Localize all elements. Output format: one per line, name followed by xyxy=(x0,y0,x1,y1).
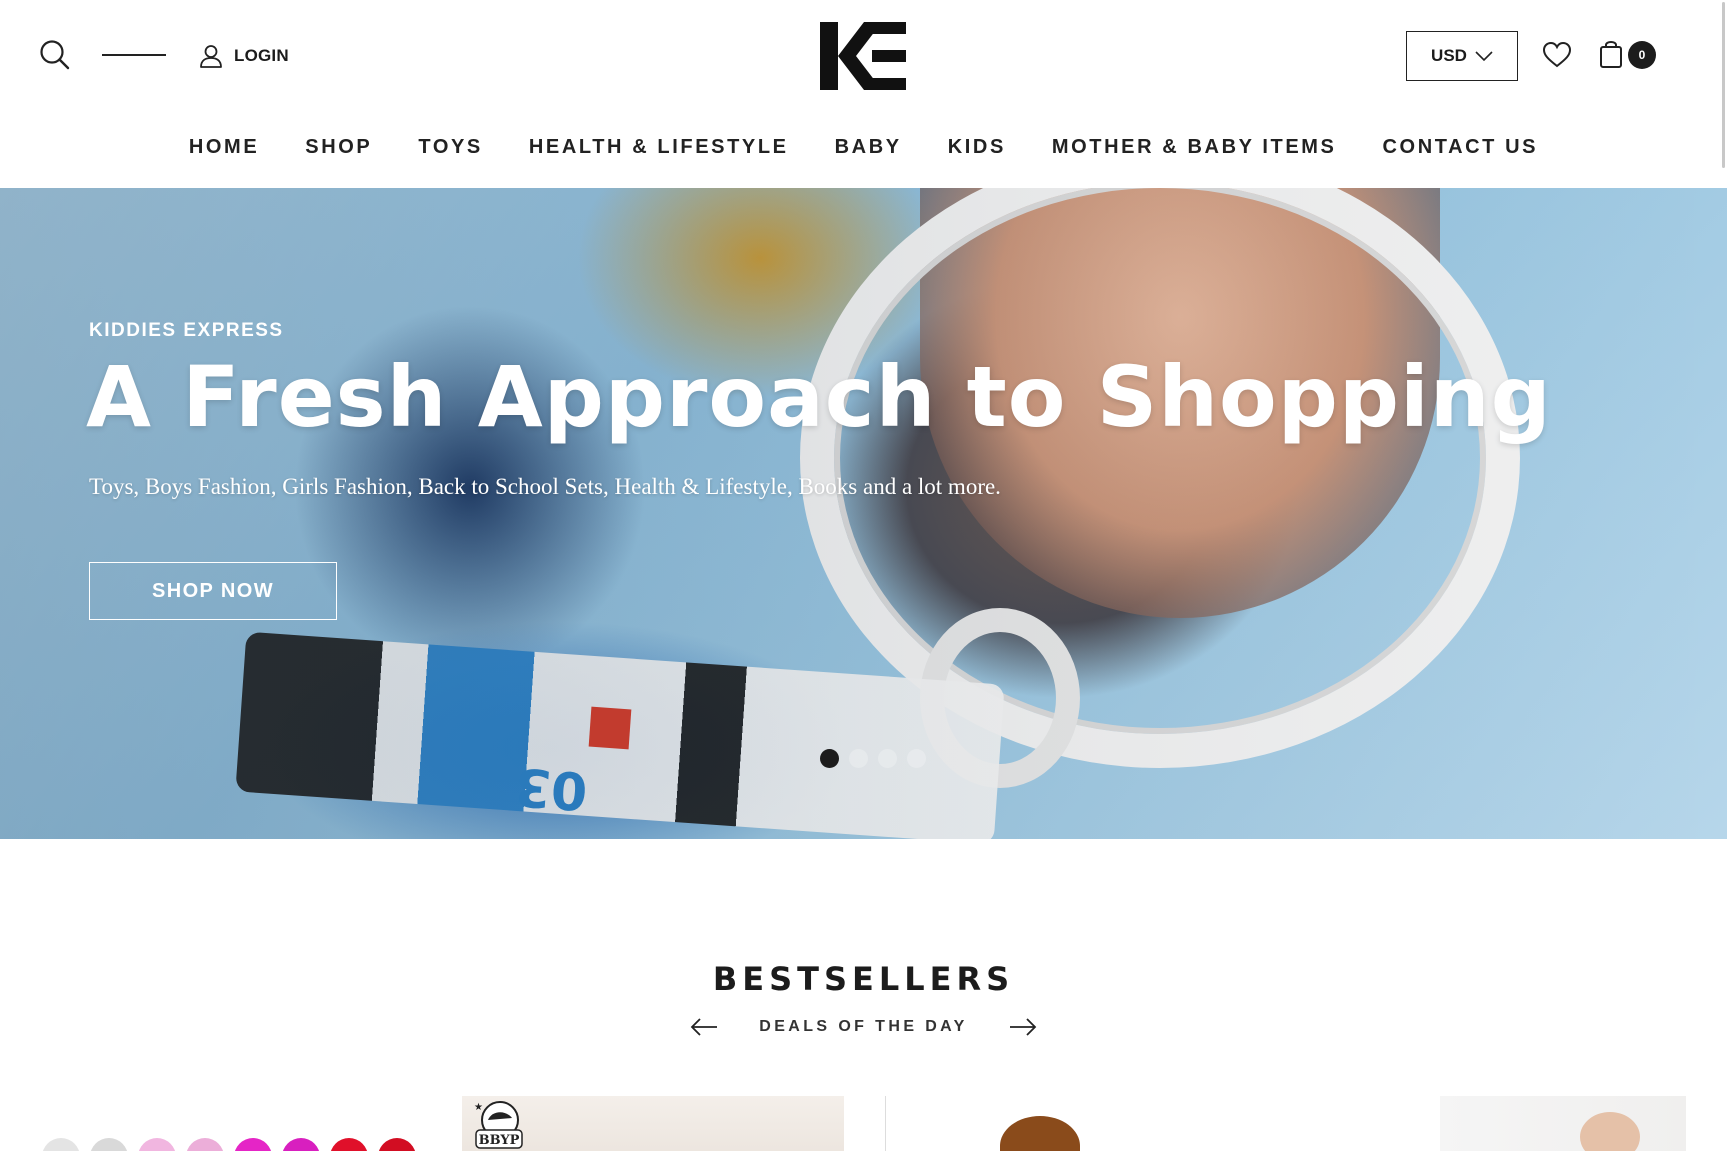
cart-count-badge[interactable]: 0 xyxy=(1628,41,1656,69)
slider-dot-4[interactable] xyxy=(907,749,926,768)
bestsellers-title: BESTSELLERS xyxy=(712,960,1015,998)
product-image-teddy-bear[interactable] xyxy=(1000,1116,1080,1151)
balloon-swatch xyxy=(378,1138,416,1151)
hero-subtitle: Toys, Boys Fashion, Girls Fashion, Back … xyxy=(89,474,1001,499)
chevron-down-icon xyxy=(1475,51,1493,62)
nav-item-contact[interactable]: CONTACT US xyxy=(1360,132,1562,163)
nav-item-health-lifestyle[interactable]: HEALTH & LIFESTYLE xyxy=(506,132,812,163)
nav-item-toys[interactable]: TOYS xyxy=(395,132,506,163)
arrow-left-icon[interactable] xyxy=(689,1016,719,1038)
product-image-balloons[interactable] xyxy=(42,1138,416,1151)
shopping-bag-icon[interactable] xyxy=(1596,38,1626,70)
slider-dot-3[interactable] xyxy=(878,749,897,768)
site-header: LOGIN USD 0 HOME SHOP TOYS HEALTH & LIFE xyxy=(0,0,1727,188)
scrollbar-thumb[interactable] xyxy=(1722,2,1725,168)
nav-item-kids[interactable]: KIDS xyxy=(925,132,1029,163)
arrow-right-icon[interactable] xyxy=(1008,1016,1038,1038)
nav-item-home[interactable]: HOME xyxy=(166,132,282,163)
nav-item-mother-baby[interactable]: MOTHER & BABY ITEMS xyxy=(1029,132,1360,163)
product-image-baby[interactable] xyxy=(1440,1096,1686,1151)
balloon-swatch xyxy=(138,1138,176,1151)
balloon-swatch xyxy=(330,1138,368,1151)
deals-of-the-day-label: DEALS OF THE DAY xyxy=(759,1018,968,1035)
search-icon[interactable] xyxy=(38,38,74,74)
balloon-swatch xyxy=(42,1138,80,1151)
slider-dots xyxy=(820,749,926,768)
balloon-swatch xyxy=(186,1138,224,1151)
slider-dot-2[interactable] xyxy=(849,749,868,768)
main-nav: HOME SHOP TOYS HEALTH & LIFESTYLE BABY K… xyxy=(0,132,1727,163)
currency-label: USD xyxy=(1431,46,1467,65)
heart-icon[interactable] xyxy=(1542,40,1572,70)
product-carousel: ★ BBYP xyxy=(0,1096,1727,1151)
product-divider xyxy=(885,1096,886,1151)
hero-title: A Fresh Approach to Shopping xyxy=(86,348,1552,446)
nav-item-baby[interactable]: BABY xyxy=(812,132,925,163)
nav-item-shop[interactable]: SHOP xyxy=(282,132,395,163)
balloon-swatch xyxy=(234,1138,272,1151)
hero-banner: 03 KIDDIES EXPRESS A Fresh Approach to S… xyxy=(0,188,1727,839)
balloon-swatch xyxy=(90,1138,128,1151)
shop-now-label: SHOP NOW xyxy=(152,579,274,602)
balloon-swatch xyxy=(282,1138,320,1151)
bbyp-badge-text: BBYP xyxy=(479,1133,520,1148)
bbyp-brand-badge: ★ BBYP xyxy=(470,1100,526,1150)
user-icon xyxy=(200,45,222,68)
shop-now-button[interactable]: SHOP NOW xyxy=(89,562,337,620)
login-link[interactable]: LOGIN xyxy=(198,42,289,70)
hero-overlay xyxy=(0,188,1727,839)
slider-dot-1[interactable] xyxy=(820,749,839,768)
currency-selector[interactable]: USD xyxy=(1406,31,1518,81)
login-label: LOGIN xyxy=(234,46,289,65)
menu-icon[interactable] xyxy=(102,54,166,56)
deals-switcher: DEALS OF THE DAY xyxy=(0,1016,1727,1038)
svg-text:★: ★ xyxy=(474,1102,483,1113)
hero-eyebrow: KIDDIES EXPRESS xyxy=(89,320,284,341)
site-logo[interactable] xyxy=(820,22,906,90)
